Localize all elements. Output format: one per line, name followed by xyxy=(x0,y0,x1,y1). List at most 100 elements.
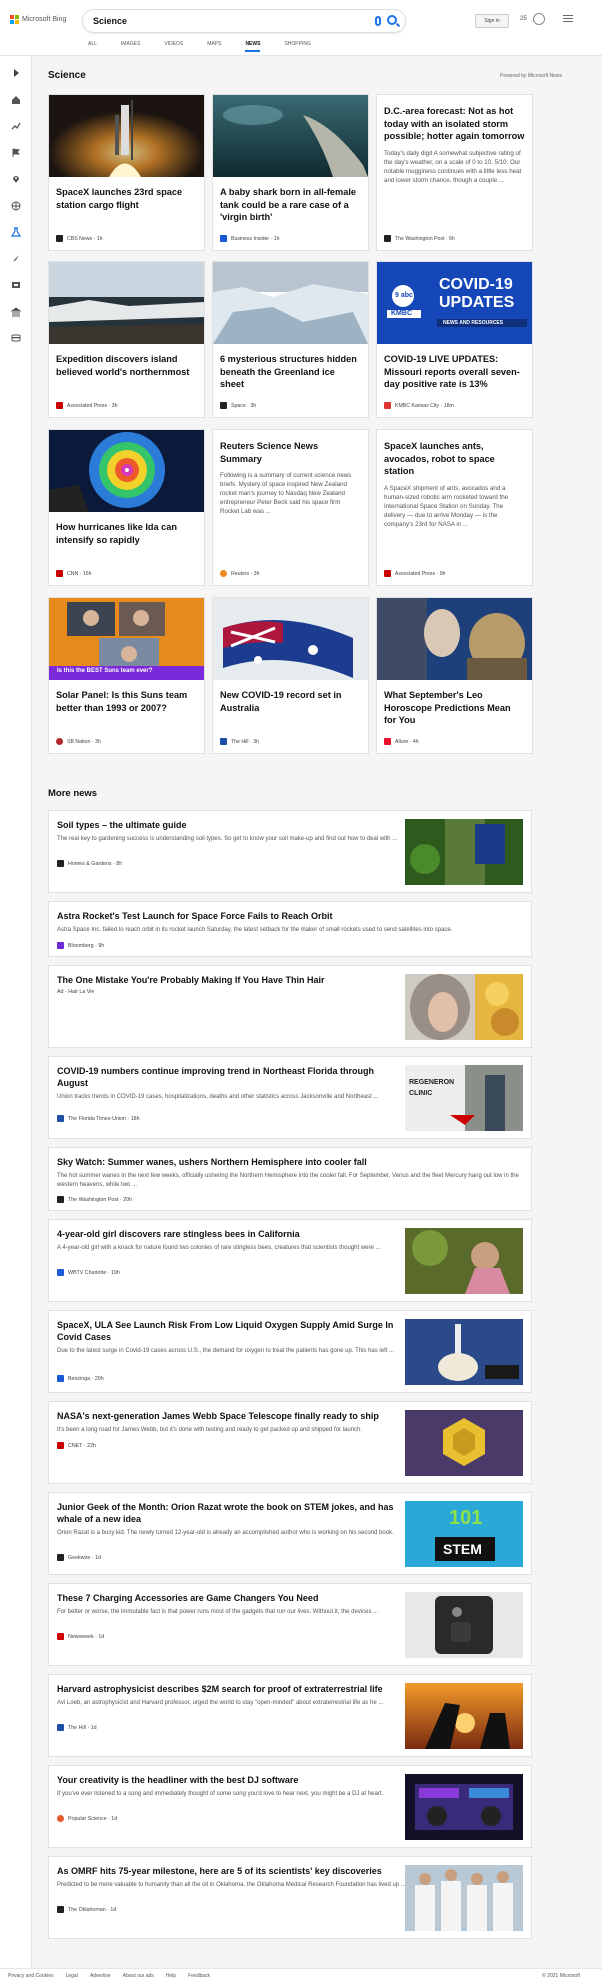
search-icon[interactable] xyxy=(387,15,397,25)
flag-icon[interactable] xyxy=(11,148,21,158)
trending-icon[interactable] xyxy=(11,121,21,131)
more-news-item[interactable]: NASA's next-generation James Webb Space … xyxy=(48,1401,532,1484)
item-provider[interactable]: Ad · Hair La Vie xyxy=(57,989,94,995)
more-news-item[interactable]: Soil types – the ultimate guide The real… xyxy=(48,810,532,893)
card-title[interactable]: Reuters Science News Summary xyxy=(213,430,368,465)
science-icon[interactable] xyxy=(10,227,22,237)
item-title[interactable]: Soil types – the ultimate guide xyxy=(57,819,407,831)
search-input[interactable]: Science xyxy=(93,16,127,26)
tab-videos[interactable]: VIDEOS xyxy=(164,41,183,52)
card-provider[interactable]: CNN · 16h xyxy=(56,570,92,577)
more-news-item[interactable]: Your creativity is the headliner with th… xyxy=(48,1765,532,1848)
footer-link[interactable]: Feedback xyxy=(188,1973,210,1979)
rewards-medal-icon[interactable] xyxy=(533,13,545,25)
card-provider[interactable]: The Washington Post · 6h xyxy=(384,235,455,242)
more-news-item[interactable]: Sky Watch: Summer wanes, ushers Northern… xyxy=(48,1147,532,1211)
rocket-icon[interactable] xyxy=(11,254,21,264)
news-card[interactable]: 9 abc KMBC COVID-19 UPDATES NEWS AND RES… xyxy=(376,261,533,418)
footer-link[interactable]: Advertise xyxy=(90,1973,111,1979)
item-provider[interactable]: The Hill · 1d xyxy=(57,1724,97,1731)
rewards-points[interactable]: 25 xyxy=(520,16,527,22)
card-title[interactable]: What September's Leo Horoscope Predictio… xyxy=(377,680,532,727)
footer-link[interactable]: Legal xyxy=(66,1973,78,1979)
card-title[interactable]: A baby shark born in all-female tank cou… xyxy=(213,177,368,224)
item-provider[interactable]: The Florida Times-Union · 18h xyxy=(57,1115,140,1122)
home-icon[interactable] xyxy=(11,95,21,105)
footer-link[interactable]: Help xyxy=(166,1973,176,1979)
news-card[interactable]: D.C.-area forecast: Not as hot today wit… xyxy=(376,94,533,251)
item-title[interactable]: These 7 Charging Accessories are Game Ch… xyxy=(57,1592,407,1604)
item-title[interactable]: Your creativity is the headliner with th… xyxy=(57,1774,407,1786)
more-news-item[interactable]: These 7 Charging Accessories are Game Ch… xyxy=(48,1583,532,1666)
item-title[interactable]: Harvard astrophysicist describes $2M sea… xyxy=(57,1683,407,1695)
item-provider[interactable]: Benzinga · 20h xyxy=(57,1375,104,1382)
government-icon[interactable] xyxy=(10,307,22,317)
collapse-icon[interactable] xyxy=(11,68,21,78)
card-provider[interactable]: Associated Press · 3h xyxy=(56,402,117,409)
item-provider[interactable]: Bloomberg · 9h xyxy=(57,942,104,949)
news-card[interactable]: SpaceX launches ants, avocados, robot to… xyxy=(376,429,533,586)
card-title[interactable]: SpaceX launches 23rd space station cargo… xyxy=(49,177,204,211)
money-icon[interactable] xyxy=(11,333,21,343)
tab-shopping[interactable]: SHOPPING xyxy=(284,41,310,52)
more-news-item[interactable]: Harvard astrophysicist describes $2M sea… xyxy=(48,1674,532,1757)
item-title[interactable]: COVID-19 numbers continue improving tren… xyxy=(57,1065,407,1089)
news-card[interactable]: What September's Leo Horoscope Predictio… xyxy=(376,597,533,754)
item-provider[interactable]: The Washington Post · 20h xyxy=(57,1196,132,1203)
card-title[interactable]: New COVID-19 record set in Australia xyxy=(213,680,368,714)
item-provider[interactable]: Geekwire · 1d xyxy=(57,1554,101,1561)
microphone-icon[interactable] xyxy=(375,16,381,26)
more-news-item[interactable]: The One Mistake You're Probably Making I… xyxy=(48,965,532,1048)
item-title[interactable]: As OMRF hits 75-year milestone, here are… xyxy=(57,1865,407,1877)
news-card[interactable]: Is this the BEST Suns team ever? Solar P… xyxy=(48,597,205,754)
sign-in-button[interactable]: Sign in xyxy=(475,14,509,28)
news-card[interactable]: New COVID-19 record set in Australia The… xyxy=(212,597,369,754)
more-news-item[interactable]: COVID-19 numbers continue improving tren… xyxy=(48,1056,532,1139)
item-title[interactable]: Astra Rocket's Test Launch for Space For… xyxy=(57,910,522,922)
footer-link[interactable]: Privacy and Cookies xyxy=(8,1973,54,1979)
item-provider[interactable]: Homes & Gardens · 8h xyxy=(57,860,122,867)
card-provider[interactable]: Reuters · 3h xyxy=(220,570,260,577)
news-card[interactable]: How hurricanes like Ida can intensify so… xyxy=(48,429,205,586)
item-title[interactable]: Junior Geek of the Month: Orion Razat wr… xyxy=(57,1501,407,1525)
card-title[interactable]: SpaceX launches ants, avocados, robot to… xyxy=(377,430,532,478)
card-provider[interactable]: KMBC Kansas City · 18m xyxy=(384,402,454,409)
tab-all[interactable]: ALL xyxy=(88,41,97,52)
news-card[interactable]: 6 mysterious structures hidden beneath t… xyxy=(212,261,369,418)
card-title[interactable]: COVID-19 LIVE UPDATES: Missouri reports … xyxy=(377,344,532,391)
card-provider[interactable]: The Hill · 3h xyxy=(220,738,259,745)
item-title[interactable]: 4-year-old girl discovers rare stingless… xyxy=(57,1228,407,1240)
item-title[interactable]: SpaceX, ULA See Launch Risk From Low Liq… xyxy=(57,1319,407,1343)
powered-by[interactable]: Powered by Microsoft News xyxy=(500,73,562,79)
more-news-item[interactable]: Junior Geek of the Month: Orion Razat wr… xyxy=(48,1492,532,1575)
item-provider[interactable]: Newsweek · 1d xyxy=(57,1633,104,1640)
card-title[interactable]: Solar Panel: Is this Suns team better th… xyxy=(49,680,204,714)
card-provider[interactable]: Space · 3h xyxy=(220,402,256,409)
more-news-item[interactable]: SpaceX, ULA See Launch Risk From Low Liq… xyxy=(48,1310,532,1393)
more-news-item[interactable]: Astra Rocket's Test Launch for Space For… xyxy=(48,901,532,957)
search-box[interactable]: Science xyxy=(82,9,406,33)
card-provider[interactable]: SB Nation · 3h xyxy=(56,738,101,745)
entertainment-icon[interactable] xyxy=(11,280,21,290)
footer-link[interactable]: About our ads xyxy=(123,1973,154,1979)
tab-maps[interactable]: MAPS xyxy=(207,41,221,52)
hamburger-menu-icon[interactable] xyxy=(563,15,573,24)
card-title[interactable]: How hurricanes like Ida can intensify so… xyxy=(49,512,204,546)
item-provider[interactable]: Popular Science · 1d xyxy=(57,1815,117,1822)
card-provider[interactable]: CBS News · 1h xyxy=(56,235,103,242)
card-title[interactable]: 6 mysterious structures hidden beneath t… xyxy=(213,344,368,391)
card-title[interactable]: D.C.-area forecast: Not as hot today wit… xyxy=(377,95,532,143)
item-title[interactable]: NASA's next-generation James Webb Space … xyxy=(57,1410,407,1422)
news-card[interactable]: Expedition discovers island believed wor… xyxy=(48,261,205,418)
globe-icon[interactable] xyxy=(11,201,21,211)
news-card[interactable]: A baby shark born in all-female tank cou… xyxy=(212,94,369,251)
item-title[interactable]: The One Mistake You're Probably Making I… xyxy=(57,974,407,986)
tab-news[interactable]: NEWS xyxy=(245,41,261,52)
card-provider[interactable]: Business Insider · 1h xyxy=(220,235,279,242)
card-title[interactable]: Expedition discovers island believed wor… xyxy=(49,344,204,378)
bing-logo[interactable]: Microsoft Bing xyxy=(10,15,66,24)
item-provider[interactable]: CNET · 22h xyxy=(57,1442,96,1449)
card-provider[interactable]: Allure · 4h xyxy=(384,738,419,745)
item-provider[interactable]: WBTV Charlotte · 19h xyxy=(57,1269,120,1276)
item-title[interactable]: Sky Watch: Summer wanes, ushers Northern… xyxy=(57,1156,522,1168)
